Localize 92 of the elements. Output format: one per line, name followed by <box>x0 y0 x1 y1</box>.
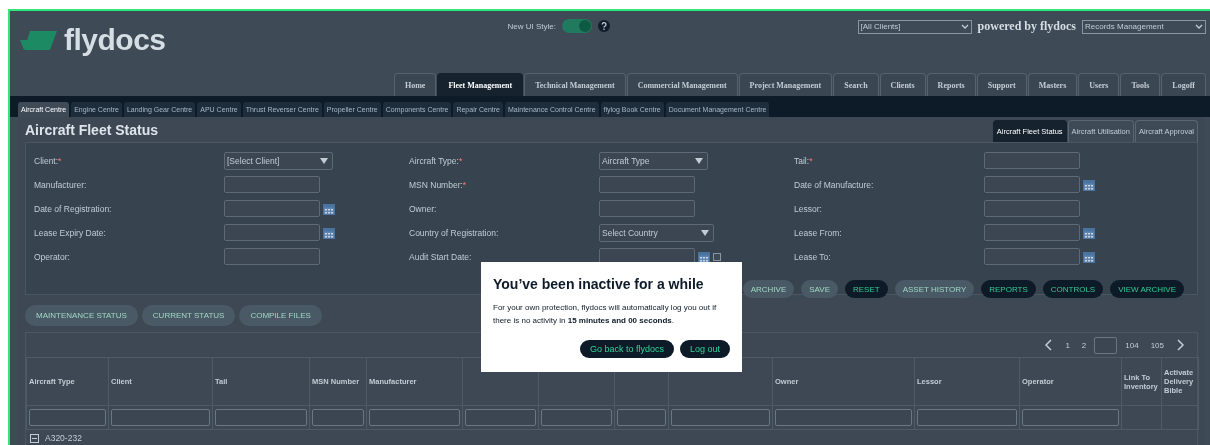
nav-tab[interactable]: Home <box>393 73 437 96</box>
input-field[interactable] <box>599 200 695 217</box>
collapse-icon[interactable] <box>30 433 39 443</box>
action-button[interactable]: VIEW ARCHIVE <box>1110 280 1184 298</box>
filter-field[interactable] <box>617 409 666 426</box>
client-select[interactable]: [All Clients] <box>857 19 972 34</box>
module-select[interactable]: Records Management <box>1082 19 1206 34</box>
page-input[interactable] <box>1094 336 1118 354</box>
ui-style-toggle[interactable] <box>562 19 592 33</box>
nav-tab[interactable]: Clients <box>879 73 926 96</box>
page-link[interactable]: 1 <box>1065 340 1070 350</box>
date-field[interactable] <box>984 176 1080 193</box>
nav-tab[interactable]: Commercial Management <box>626 73 738 96</box>
dialog-button[interactable]: Go back to flydocs <box>579 339 674 358</box>
field-label: Audit Start Date: <box>409 251 473 262</box>
caret-icon <box>1195 23 1203 30</box>
page-link[interactable]: 2 <box>1081 340 1087 350</box>
group-label: A320-232 <box>45 433 82 443</box>
nav-tab[interactable]: Reports <box>926 73 976 96</box>
page-link[interactable]: 104 <box>1125 340 1139 350</box>
filter-field[interactable] <box>775 409 912 426</box>
dialog-button[interactable]: Log out <box>679 339 730 358</box>
date-field[interactable] <box>984 248 1080 265</box>
calendar-icon[interactable] <box>1083 250 1095 263</box>
field-label: Owner: <box>409 203 438 214</box>
calendar-icon[interactable] <box>698 250 710 263</box>
caret-icon <box>695 157 703 164</box>
nav-tab[interactable]: Logoff <box>1161 73 1206 96</box>
dialog-title: You’ve been inactive for a while <box>493 276 705 292</box>
field-label: Lease To: <box>794 251 832 262</box>
nav-tab[interactable]: Masters <box>1027 73 1078 96</box>
nav-tab[interactable]: Project Management <box>738 73 833 96</box>
filter-field[interactable] <box>312 409 364 426</box>
nav-tab[interactable]: Search <box>833 73 879 96</box>
filter-field[interactable] <box>541 409 612 426</box>
date-field[interactable] <box>224 200 320 217</box>
field-label: MSN Number:* <box>409 179 468 190</box>
input-field[interactable] <box>224 176 320 193</box>
input-field[interactable] <box>984 200 1080 217</box>
nav-tab[interactable]: Technical Management <box>524 73 626 96</box>
filter-field[interactable] <box>1022 409 1119 426</box>
caret-icon <box>701 229 709 236</box>
powered-by-label: powered by flydocs <box>977 19 1076 34</box>
chevron-left-icon[interactable] <box>1044 339 1054 351</box>
action-button[interactable]: REPORTS <box>981 280 1036 298</box>
field-label: Lease Expiry Date: <box>34 227 107 238</box>
filter-field[interactable] <box>465 409 536 426</box>
caret-icon <box>960 23 969 30</box>
page-title: Aircraft Fleet Status <box>25 122 159 140</box>
help-icon[interactable] <box>598 20 610 32</box>
dialog-message: For your own protection, flydocs will automatically log you out if there is no activity in 15 minutes and 00 seconds. <box>493 302 718 327</box>
nav-tab[interactable]: Users <box>1078 73 1120 96</box>
input-field[interactable] <box>984 152 1080 169</box>
calendar-icon[interactable] <box>323 226 335 239</box>
field-label: Tail:* <box>794 155 814 166</box>
filter-field[interactable] <box>111 409 210 426</box>
nav-tab[interactable]: Tools <box>1120 73 1161 96</box>
logo-text: flydocs <box>64 23 166 57</box>
field-label: Country of Registration: <box>409 227 500 238</box>
filter-field[interactable] <box>369 409 460 426</box>
date-field[interactable] <box>984 224 1080 241</box>
calendar-icon[interactable] <box>1083 178 1095 191</box>
page-link[interactable]: 105 <box>1150 340 1164 350</box>
select-field[interactable]: Select Country <box>599 223 714 242</box>
field-label: Operator: <box>34 251 71 262</box>
filter-field[interactable] <box>917 409 1017 426</box>
select-field[interactable]: Aircraft Type <box>599 151 708 170</box>
field-label: Manufacturer: <box>34 179 88 190</box>
nav-tab[interactable]: Support <box>976 73 1027 96</box>
date-field[interactable] <box>224 224 320 241</box>
filter-field[interactable] <box>29 409 106 426</box>
select-field[interactable]: [Select Client] <box>224 151 333 170</box>
field-label: Lease From: <box>794 227 843 238</box>
ui-style-label: New UI Style: <box>507 21 556 31</box>
filter-field[interactable] <box>215 409 307 426</box>
checkbox[interactable] <box>713 252 721 261</box>
chevron-right-icon[interactable] <box>1176 339 1185 351</box>
nav-tab[interactable]: Fleet Management <box>437 73 524 96</box>
logo-mark-icon <box>20 28 58 52</box>
calendar-icon[interactable] <box>1083 226 1095 239</box>
action-button[interactable]: RESET <box>844 280 888 298</box>
field-label: Date of Manufacture: <box>794 179 875 190</box>
action-button[interactable]: CONTROLS <box>1042 280 1104 298</box>
field-label: Aircraft Type:* <box>409 155 464 166</box>
input-field[interactable] <box>599 176 695 193</box>
field-label: Date of Registration: <box>34 203 113 214</box>
field-label: Client:* <box>34 155 63 166</box>
caret-icon <box>320 157 328 164</box>
filter-field[interactable] <box>671 409 770 426</box>
input-field[interactable] <box>224 248 320 265</box>
field-label: Lessor: <box>794 203 823 214</box>
calendar-icon[interactable] <box>323 202 335 215</box>
